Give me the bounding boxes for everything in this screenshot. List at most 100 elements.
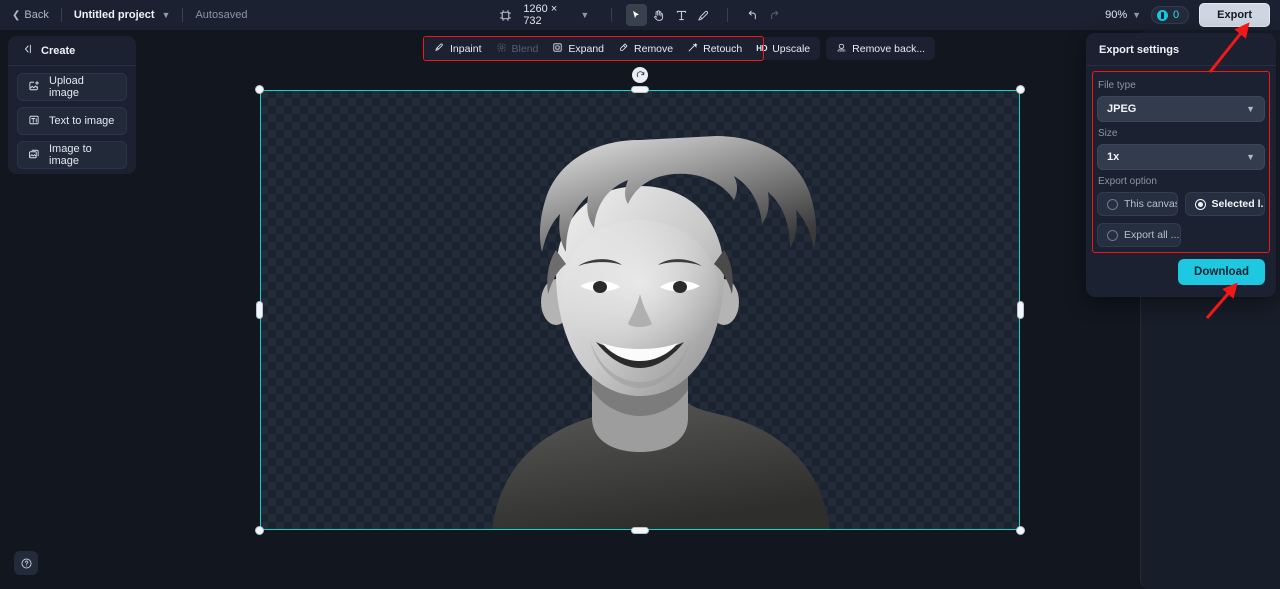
export-option-row-2: Export all ... <box>1097 223 1265 247</box>
upload-image-label: Upload image <box>49 75 84 99</box>
canvas-size-value[interactable]: 1260 × 732 <box>523 3 574 27</box>
resize-handle-top-left[interactable] <box>255 85 264 94</box>
divider <box>60 8 62 22</box>
top-bar-right: 90% ▼ 0 Export <box>1105 0 1270 30</box>
export-settings-body: File type JPEG ▼ Size 1x ▼ Export option… <box>1086 66 1276 247</box>
export-option-this-canvas[interactable]: This canvas <box>1097 192 1178 216</box>
canvas-action-toolbar: Inpaint Blend Expand Remove Retouch HD U… <box>424 37 936 60</box>
retouch-button[interactable]: Retouch <box>680 39 749 59</box>
remove-background-icon <box>836 42 847 56</box>
autosave-status: Autosaved <box>195 9 248 21</box>
app-root: ❮ Back Untitled project ▼ Autosaved 1260… <box>0 0 1280 589</box>
download-row: Download <box>1086 247 1276 285</box>
export-option-export-all-label: Export all ... <box>1124 229 1180 241</box>
text-tool[interactable] <box>671 4 691 26</box>
file-type-select[interactable]: JPEG ▼ <box>1097 96 1265 122</box>
top-bar: ❮ Back Untitled project ▼ Autosaved 1260… <box>0 0 1280 30</box>
radio-icon-selected <box>1194 198 1206 210</box>
resize-handle-top-center[interactable] <box>631 86 649 93</box>
divider <box>182 8 184 22</box>
chevron-down-icon[interactable]: ▼ <box>162 10 171 20</box>
upload-image-button[interactable]: Upload image <box>17 73 127 101</box>
artwork-portrait <box>492 136 830 530</box>
size-select[interactable]: 1x ▼ <box>1097 144 1265 170</box>
export-option-label: Export option <box>1098 176 1157 187</box>
image-to-image-label: Image to image <box>49 143 92 167</box>
expand-icon <box>552 42 563 56</box>
top-bar-tools: 1260 × 732 ▼ <box>495 0 785 30</box>
export-option-selected-layer[interactable]: Selected l... <box>1184 192 1265 216</box>
export-option-selected-layer-label: Selected l... <box>1211 198 1265 210</box>
resize-handle-bottom-center[interactable] <box>631 527 649 534</box>
resize-handle-bottom-right[interactable] <box>1016 526 1025 535</box>
chevron-down-icon: ▼ <box>1246 152 1255 162</box>
file-type-label: File type <box>1098 80 1136 91</box>
retouch-label: Retouch <box>703 42 743 55</box>
chevron-down-icon[interactable]: ▼ <box>1132 10 1141 20</box>
divider <box>727 8 729 22</box>
download-button[interactable]: Download <box>1178 259 1265 285</box>
create-panel-title: Create <box>41 44 76 57</box>
image-to-image-icon <box>28 148 40 163</box>
remove-icon <box>618 42 629 56</box>
radio-icon <box>1107 198 1118 210</box>
inpaint-icon <box>434 42 445 56</box>
expand-button[interactable]: Expand <box>545 39 611 59</box>
radio-icon <box>1107 229 1118 241</box>
resize-handle-middle-right[interactable] <box>1017 301 1024 319</box>
size-value: 1x <box>1107 151 1120 163</box>
resize-handle-top-right[interactable] <box>1016 85 1025 94</box>
remove-background-label: Remove back... <box>852 42 926 55</box>
canvas-action-group-secondary: Remove back... <box>826 37 936 60</box>
retouch-icon <box>687 42 698 56</box>
artboard-icon[interactable] <box>495 4 515 26</box>
resize-handle-bottom-left[interactable] <box>255 526 264 535</box>
remove-button[interactable]: Remove <box>611 39 680 59</box>
inpaint-button[interactable]: Inpaint <box>427 39 489 59</box>
redo-button[interactable] <box>765 4 785 26</box>
upscale-label: Upscale <box>772 42 811 55</box>
text-to-image-icon <box>28 114 40 129</box>
brush-tool[interactable] <box>693 4 713 26</box>
export-option-export-all[interactable]: Export all ... <box>1097 223 1181 247</box>
upscale-button[interactable]: HD Upscale <box>749 40 817 58</box>
blend-icon <box>496 42 507 56</box>
credits-count: 0 <box>1173 9 1180 21</box>
remove-background-button[interactable]: Remove back... <box>829 39 932 59</box>
collapse-panel-icon[interactable] <box>21 42 33 60</box>
create-panel-header: Create <box>8 36 136 66</box>
upload-image-icon <box>28 80 40 95</box>
zoom-level[interactable]: 90% <box>1105 9 1127 21</box>
blend-button: Blend <box>489 39 546 59</box>
divider <box>611 8 613 22</box>
text-to-image-label: Text to image <box>49 115 115 127</box>
image-to-image-button[interactable]: Image to image <box>17 141 127 169</box>
canvas-selection[interactable] <box>255 67 1025 535</box>
text-to-image-button[interactable]: Text to image <box>17 107 127 135</box>
top-bar-left: ❮ Back Untitled project ▼ Autosaved <box>0 8 247 22</box>
blend-label: Blend <box>511 42 539 55</box>
export-button[interactable]: Export <box>1199 3 1270 27</box>
project-name[interactable]: Untitled project <box>74 9 155 21</box>
undo-button[interactable] <box>742 4 762 26</box>
select-tool[interactable] <box>626 4 647 26</box>
canvas-action-group-primary: Inpaint Blend Expand Remove Retouch HD U… <box>424 37 821 60</box>
hd-badge-icon: HD <box>756 44 768 53</box>
canvas-transparency-checkerboard <box>260 90 1020 530</box>
hand-tool[interactable] <box>649 4 669 26</box>
rotate-handle[interactable] <box>632 67 648 83</box>
export-settings-title: Export settings <box>1086 33 1276 66</box>
help-button[interactable] <box>14 551 38 575</box>
create-panel: Create Upload image Text to image Image … <box>8 36 136 174</box>
size-label: Size <box>1098 128 1118 139</box>
credit-coin-icon <box>1157 9 1169 21</box>
chevron-down-icon: ▼ <box>1246 104 1255 114</box>
credits-badge[interactable]: 0 <box>1151 6 1190 24</box>
export-settings-panel: Export settings File type JPEG ▼ Size 1x… <box>1086 33 1276 297</box>
chevron-down-icon[interactable]: ▼ <box>580 10 589 20</box>
chevron-left-icon: ❮ <box>12 9 21 21</box>
back-button[interactable]: ❮ Back <box>12 9 49 21</box>
remove-label: Remove <box>634 42 674 55</box>
expand-label: Expand <box>568 42 605 55</box>
resize-handle-middle-left[interactable] <box>256 301 263 319</box>
